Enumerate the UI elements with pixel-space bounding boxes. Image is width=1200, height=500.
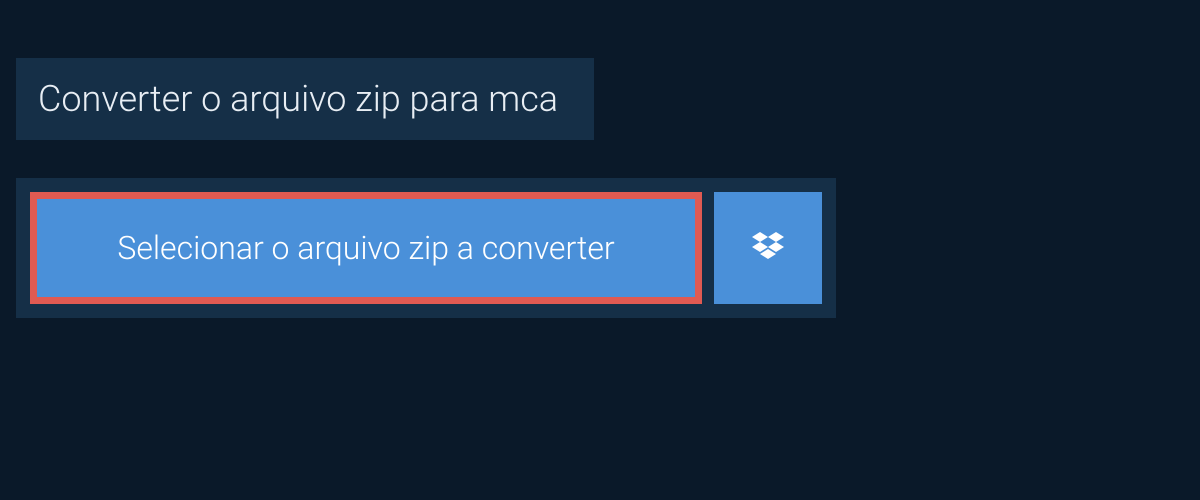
dropbox-button[interactable]: [714, 192, 822, 304]
dropbox-icon: [748, 228, 788, 268]
select-file-button[interactable]: Selecionar o arquivo zip a converter: [30, 192, 702, 304]
page-title: Converter o arquivo zip para mca: [16, 58, 594, 140]
button-row: Selecionar o arquivo zip a converter: [16, 178, 836, 318]
converter-widget: Converter o arquivo zip para mca Selecio…: [0, 0, 1200, 318]
